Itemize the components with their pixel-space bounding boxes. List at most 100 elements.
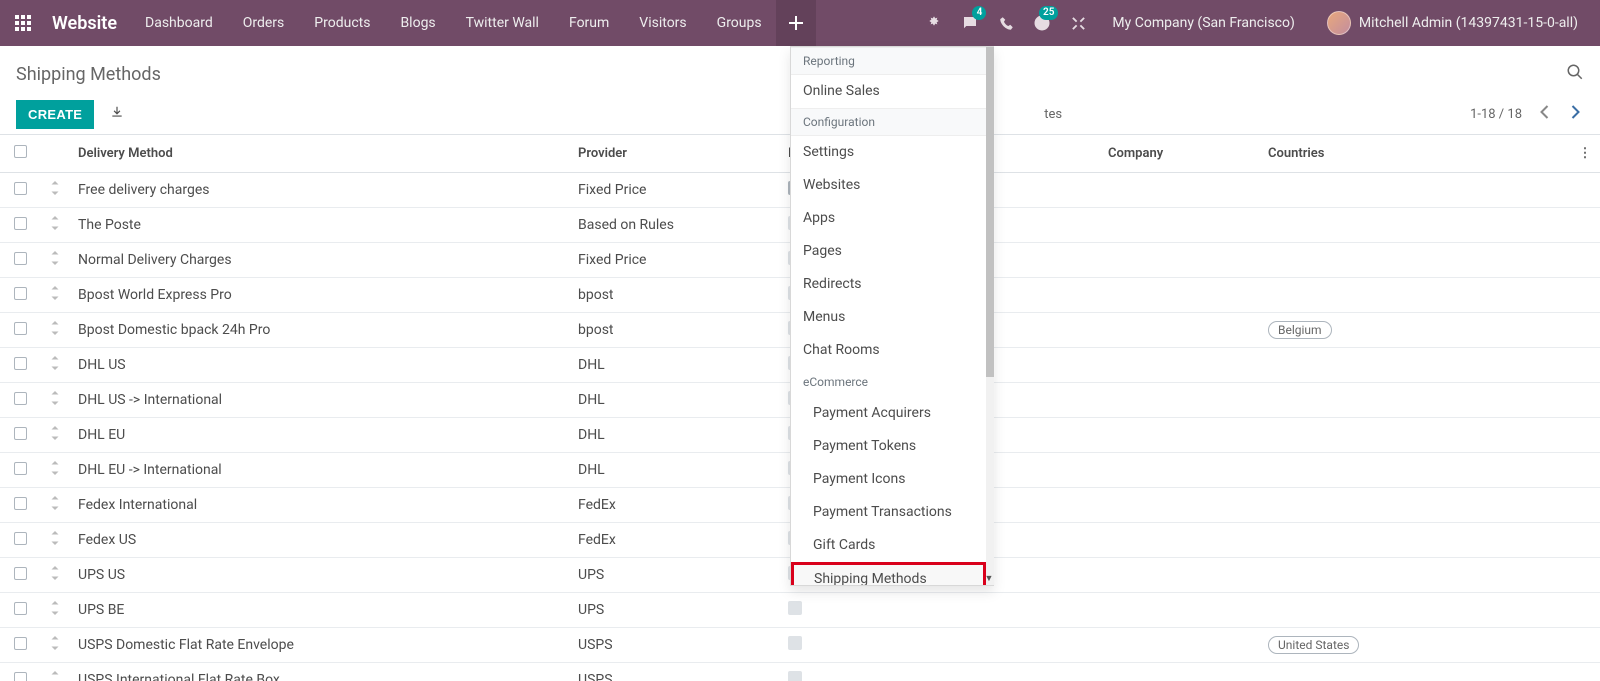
apps-grid-icon[interactable]	[8, 15, 38, 31]
pager-next[interactable]	[1567, 101, 1584, 127]
row-checkbox[interactable]	[14, 392, 27, 405]
row-checkbox[interactable]	[14, 217, 27, 230]
row-checkbox[interactable]	[14, 497, 27, 510]
nav-item-dashboard[interactable]: Dashboard	[131, 0, 227, 46]
dropdown-item-payment-icons[interactable]: Payment Icons	[791, 463, 986, 496]
column-options-button[interactable]: ⋮	[1570, 135, 1600, 173]
drag-handle-icon[interactable]	[50, 428, 60, 444]
cell-published[interactable]	[780, 663, 900, 681]
dropdown-item-gift-cards[interactable]: Gift Cards	[791, 529, 986, 562]
dropdown-scroll-arrow-down-icon[interactable]: ▼	[984, 573, 994, 583]
col-company[interactable]: Company	[1100, 135, 1260, 173]
pager-text[interactable]: 1-18 / 18	[1470, 107, 1522, 122]
cell-published[interactable]	[780, 593, 900, 628]
cell-provider: Fixed Price	[570, 173, 780, 208]
dropdown-item-settings[interactable]: Settings	[791, 136, 986, 169]
search-icon[interactable]	[1566, 63, 1584, 86]
dropdown-item-pages[interactable]: Pages	[791, 235, 986, 268]
nav-item-products[interactable]: Products	[300, 0, 384, 46]
cell-company	[1100, 523, 1260, 558]
nav-menu: DashboardOrdersProductsBlogsTwitter Wall…	[131, 0, 776, 46]
debug-icon[interactable]	[918, 0, 950, 46]
cell-published[interactable]	[780, 628, 900, 663]
row-checkbox[interactable]	[14, 357, 27, 370]
table-row[interactable]: USPS International Flat Rate Box USPS	[0, 663, 1600, 681]
dropdown-item-online-sales[interactable]: Online Sales	[791, 75, 986, 108]
drag-handle-icon[interactable]	[50, 218, 60, 234]
cell-provider: USPS	[570, 663, 780, 681]
cell-company	[1100, 383, 1260, 418]
drag-handle-icon[interactable]	[50, 498, 60, 514]
dropdown-item-websites[interactable]: Websites	[791, 169, 986, 202]
cell-countries	[1260, 593, 1570, 628]
dropdown-item-payment-transactions[interactable]: Payment Transactions	[791, 496, 986, 529]
drag-handle-icon[interactable]	[50, 638, 60, 654]
drag-handle-icon[interactable]	[50, 358, 60, 374]
brand-label[interactable]: Website	[38, 13, 131, 34]
dropdown-item-shipping-methods[interactable]: Shipping Methods	[791, 562, 986, 586]
nav-item-blogs[interactable]: Blogs	[386, 0, 449, 46]
user-menu[interactable]: Mitchell Admin (14397431-15-0-all)	[1313, 11, 1592, 35]
col-delivery-method[interactable]: Delivery Method	[70, 135, 570, 173]
nav-item-orders[interactable]: Orders	[229, 0, 299, 46]
nav-item-forum[interactable]: Forum	[555, 0, 623, 46]
nav-item-visitors[interactable]: Visitors	[625, 0, 700, 46]
drag-handle-icon[interactable]	[50, 183, 60, 199]
row-checkbox[interactable]	[14, 427, 27, 440]
drag-handle-icon[interactable]	[50, 323, 60, 339]
drag-handle-icon[interactable]	[50, 533, 60, 549]
header-checkbox[interactable]	[0, 135, 40, 173]
new-content-button[interactable]	[776, 0, 816, 46]
row-checkbox[interactable]	[14, 287, 27, 300]
row-checkbox[interactable]	[14, 462, 27, 475]
table-row[interactable]: USPS Domestic Flat Rate Envelope USPS Un…	[0, 628, 1600, 663]
country-tag[interactable]: Belgium	[1268, 321, 1332, 339]
cell-delivery-method: Fedex US	[70, 523, 570, 558]
cell-countries	[1260, 663, 1570, 681]
country-tag[interactable]: United States	[1268, 636, 1359, 654]
dropdown-item-redirects[interactable]: Redirects	[791, 268, 986, 301]
row-checkbox[interactable]	[14, 602, 27, 615]
dropdown-item-payment-tokens[interactable]: Payment Tokens	[791, 430, 986, 463]
row-checkbox[interactable]	[14, 322, 27, 335]
pager-prev[interactable]	[1536, 101, 1553, 127]
nav-item-twitter-wall[interactable]: Twitter Wall	[452, 0, 553, 46]
row-checkbox[interactable]	[14, 532, 27, 545]
dropdown-item-payment-acquirers[interactable]: Payment Acquirers	[791, 397, 986, 430]
row-checkbox[interactable]	[14, 252, 27, 265]
row-checkbox[interactable]	[14, 637, 27, 650]
cell-delivery-method: Free delivery charges	[70, 173, 570, 208]
cell-delivery-method: UPS US	[70, 558, 570, 593]
dropdown-scrollbar-thumb[interactable]	[986, 47, 994, 377]
row-checkbox[interactable]	[14, 567, 27, 580]
cell-provider: FedEx	[570, 488, 780, 523]
tools-icon[interactable]	[1062, 0, 1094, 46]
cell-website	[900, 593, 1100, 628]
dropdown-item-menus[interactable]: Menus	[791, 301, 986, 334]
cell-provider: DHL	[570, 418, 780, 453]
row-checkbox[interactable]	[14, 182, 27, 195]
phone-icon[interactable]	[990, 0, 1022, 46]
chat-icon[interactable]: 4	[954, 0, 986, 46]
activity-icon[interactable]: 25	[1026, 0, 1058, 46]
create-button[interactable]: CREATE	[16, 100, 94, 129]
drag-handle-icon[interactable]	[50, 568, 60, 584]
drag-handle-icon[interactable]	[50, 603, 60, 619]
table-row[interactable]: UPS BE UPS	[0, 593, 1600, 628]
nav-right: 4 25 My Company (San Francisco) Mitchell…	[918, 0, 1592, 46]
drag-handle-icon[interactable]	[50, 288, 60, 304]
export-button[interactable]	[106, 101, 128, 127]
drag-handle-icon[interactable]	[50, 393, 60, 409]
drag-handle-icon[interactable]	[50, 253, 60, 269]
cell-countries: United States	[1260, 628, 1570, 663]
cell-countries	[1260, 418, 1570, 453]
nav-item-groups[interactable]: Groups	[703, 0, 776, 46]
cell-company	[1100, 488, 1260, 523]
col-provider[interactable]: Provider	[570, 135, 780, 173]
dropdown-item-chat-rooms[interactable]: Chat Rooms	[791, 334, 986, 367]
col-countries[interactable]: Countries	[1260, 135, 1570, 173]
drag-handle-icon[interactable]	[50, 463, 60, 479]
dropdown-item-apps[interactable]: Apps	[791, 202, 986, 235]
cell-provider: bpost	[570, 278, 780, 313]
company-switcher[interactable]: My Company (San Francisco)	[1098, 15, 1308, 31]
